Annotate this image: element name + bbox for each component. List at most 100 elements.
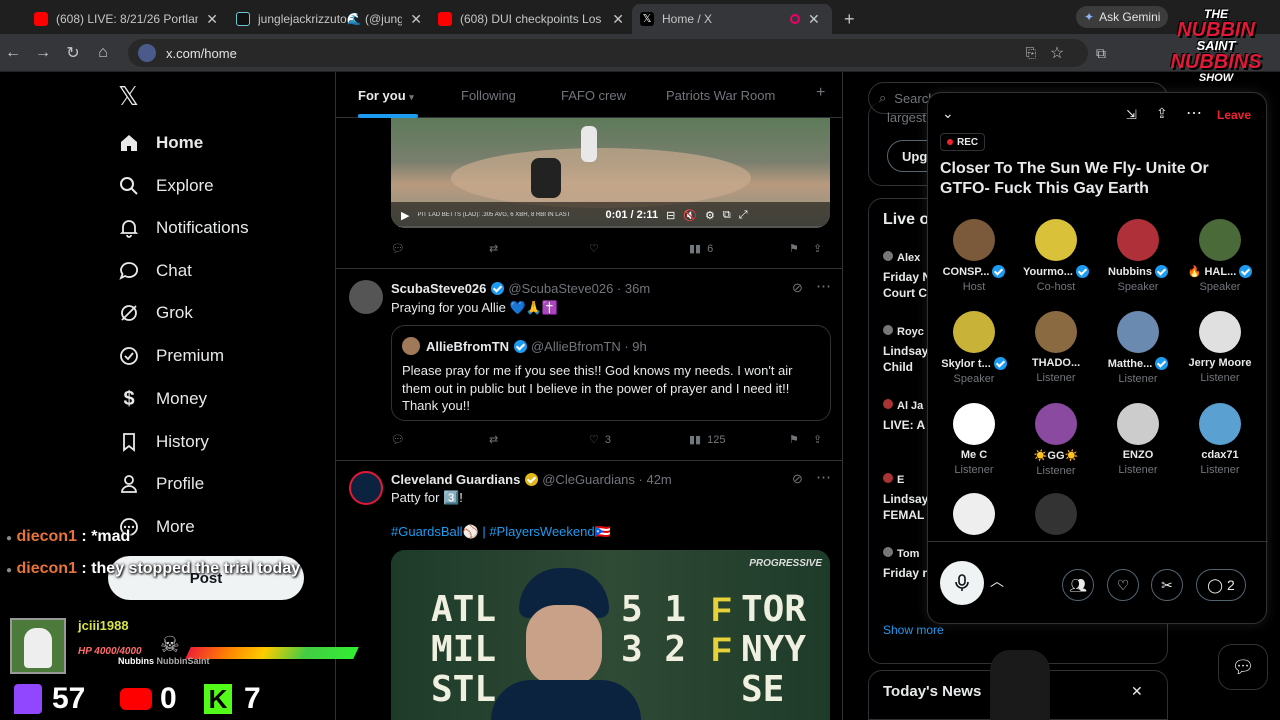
speaker-tile[interactable]: Jerry Moore Listener [1180, 311, 1260, 384]
extensions-icon[interactable]: ⧉ [1090, 42, 1112, 64]
microphone-button[interactable] [940, 561, 984, 605]
repost-icon[interactable]: ⇄ [489, 242, 498, 255]
nav-history[interactable]: History [118, 431, 209, 453]
clip-scissors-icon[interactable]: ✂ [1151, 569, 1183, 601]
close-tab-icon[interactable]: ✕ [808, 11, 820, 28]
speaker-tile[interactable]: Skylor t... Speaker [934, 311, 1014, 385]
timeline: For you ▾ Following FAFO crew Patriots W… [335, 72, 843, 720]
share-icon[interactable]: ⇪ [813, 433, 822, 446]
speaker-tile[interactable]: cdax71 Listener [1180, 403, 1260, 476]
back-icon[interactable]: ← [2, 42, 24, 64]
like-icon[interactable]: ♡ 3 [589, 433, 611, 447]
more-options-icon[interactable]: ⋯ [816, 277, 831, 295]
close-tab-icon[interactable]: ✕ [206, 11, 218, 28]
messages-float-button[interactable]: 💬︎ [1218, 644, 1268, 690]
views-icon[interactable]: ▮▮ 6 [689, 242, 713, 256]
comments-button[interactable]: ◯ 2 [1196, 569, 1246, 601]
views-icon[interactable]: ▮▮ 125 [689, 433, 725, 447]
play-icon[interactable]: ▶ [401, 209, 409, 222]
reply-icon[interactable]: 💬︎ [391, 433, 405, 446]
quote-tweet[interactable]: AllieBfromTN @AllieBfromTN · 9h Please p… [391, 325, 831, 421]
browser-tab[interactable]: junglejackrizzuto🌊 (@jungl3ja ✕ [228, 4, 430, 34]
home-icon[interactable]: ⌂ [92, 42, 114, 64]
speaker-tile[interactable] [934, 493, 1014, 535]
chevron-up-icon[interactable]: ︿ [990, 571, 1004, 591]
speaker-tile[interactable]: Nubbins Speaker [1098, 219, 1178, 293]
guardians-video[interactable]: PROGRESSIVE ATL MIL STL 5 1 3 2 FF TOR N… [391, 550, 830, 720]
avatar[interactable] [349, 471, 383, 505]
video-progress[interactable] [391, 226, 830, 228]
nav-explore[interactable]: Explore [118, 175, 214, 197]
collapse-chevron-icon[interactable]: ⌄ [942, 105, 954, 122]
settings-gear-icon[interactable]: ⚙ [705, 209, 715, 222]
nav-grok[interactable]: Grok [118, 302, 193, 324]
minimize-icon[interactable]: ⇲ [1126, 107, 1137, 123]
grok-icon[interactable]: ⊘ [792, 471, 803, 487]
speaker-tile[interactable]: Me C Listener [934, 403, 1014, 476]
close-tab-icon[interactable]: ✕ [612, 11, 624, 28]
author-name[interactable]: ScubaSteve026 [391, 281, 486, 296]
more-options-icon[interactable]: ⋯ [1186, 103, 1202, 123]
close-tab-icon[interactable]: ✕ [410, 11, 422, 28]
nav-chat[interactable]: Chat [118, 260, 192, 282]
tab-patriots-war-room[interactable]: Patriots War Room [666, 88, 775, 103]
tab-fafo-crew[interactable]: FAFO crew [561, 88, 626, 103]
player-figure [581, 126, 597, 162]
author-name[interactable]: Cleveland Guardians [391, 472, 520, 487]
live-user: Al Ja [897, 400, 924, 412]
browser-tab[interactable]: (608) LIVE: 8/21/26 Portland ICE ✕ [26, 4, 226, 34]
scoreboard-num: 3 2 [621, 629, 687, 670]
reply-icon[interactable]: 💬︎ [391, 242, 405, 255]
fullscreen-icon[interactable]: ⤢ [739, 209, 748, 222]
speaker-tile[interactable]: Yourmo... Co-host [1016, 219, 1096, 293]
x-logo-icon[interactable]: 𝕏 [118, 83, 142, 109]
close-icon[interactable]: ✕ [1131, 683, 1143, 700]
add-tab-icon[interactable]: + [816, 84, 825, 102]
more-options-icon[interactable]: ⋯ [816, 468, 831, 486]
like-icon[interactable]: ♡ [589, 242, 599, 255]
bookmark-icon[interactable]: ⚑ [789, 242, 799, 255]
hashtags[interactable]: #GuardsBall⚾ | #PlayersWeekend🇵🇷 [391, 524, 611, 540]
speaker-tile[interactable]: Matthe... Listener [1098, 311, 1178, 385]
reload-icon[interactable]: ↻ [62, 42, 84, 64]
bookmark-star-icon[interactable]: ☆ [1046, 42, 1068, 64]
pip-icon[interactable]: ⧉ [723, 209, 731, 222]
speaker-tile[interactable]: ENZO Listener [1098, 403, 1178, 476]
speaker-tile[interactable]: THADO... Listener [1016, 311, 1096, 384]
captions-icon[interactable]: ⊟ [666, 209, 675, 222]
ask-gemini-button[interactable]: ✦ Ask Gemini [1076, 6, 1169, 28]
address-bar[interactable]: x.com/home [128, 39, 1088, 67]
forward-icon[interactable]: → [32, 42, 54, 64]
site-info-icon[interactable] [138, 44, 156, 62]
browser-tab-active[interactable]: 𝕏 Home / X ✕ [632, 4, 832, 34]
new-tab-button[interactable]: + [836, 4, 863, 34]
repost-icon[interactable]: ⇄ [489, 433, 498, 446]
speaker-tile[interactable]: 🔥 HAL... Speaker [1180, 219, 1260, 293]
speaker-tile[interactable] [1016, 493, 1096, 535]
mute-icon[interactable]: 🔇 [683, 209, 697, 222]
grok-icon[interactable]: ⊘ [792, 280, 803, 296]
nav-home[interactable]: Home [118, 132, 203, 154]
leave-button[interactable]: Leave [1217, 108, 1251, 122]
speaker-tile[interactable]: ☀️GG☀️ Listener [1016, 403, 1096, 477]
author-handle[interactable]: @CleGuardians · 42m [542, 472, 672, 487]
avatar[interactable] [349, 280, 383, 314]
share-icon[interactable]: ⇪ [1156, 105, 1168, 122]
bookmark-icon[interactable]: ⚑ [789, 433, 799, 446]
nav-money[interactable]: $ Money [118, 388, 207, 410]
cast-icon[interactable]: ⎘ [1020, 42, 1042, 64]
baseball-video[interactable]: ▶ PIT LAD BETTS (LAD): .305 AVG, 6 XBH, … [391, 118, 830, 228]
nav-notifications[interactable]: Notifications [118, 217, 249, 239]
speaker-tile[interactable]: CONSP... Host [934, 219, 1014, 293]
browser-tab[interactable]: (608) DUI checkpoints Los Ange ✕ [430, 4, 632, 34]
tab-for-you[interactable]: For you ▾ [358, 88, 414, 103]
nav-premium[interactable]: Premium [118, 345, 224, 367]
show-more-link[interactable]: Show more [883, 623, 944, 637]
author-handle[interactable]: @ScubaSteve026 · 36m [508, 281, 650, 296]
nav-profile[interactable]: Profile [118, 473, 204, 495]
tab-following[interactable]: Following [461, 88, 516, 103]
react-heart-icon[interactable]: ♡ [1107, 569, 1139, 601]
divider [336, 460, 842, 461]
people-icon[interactable]: 👥︎ [1062, 569, 1094, 601]
share-icon[interactable]: ⇪ [813, 242, 822, 255]
